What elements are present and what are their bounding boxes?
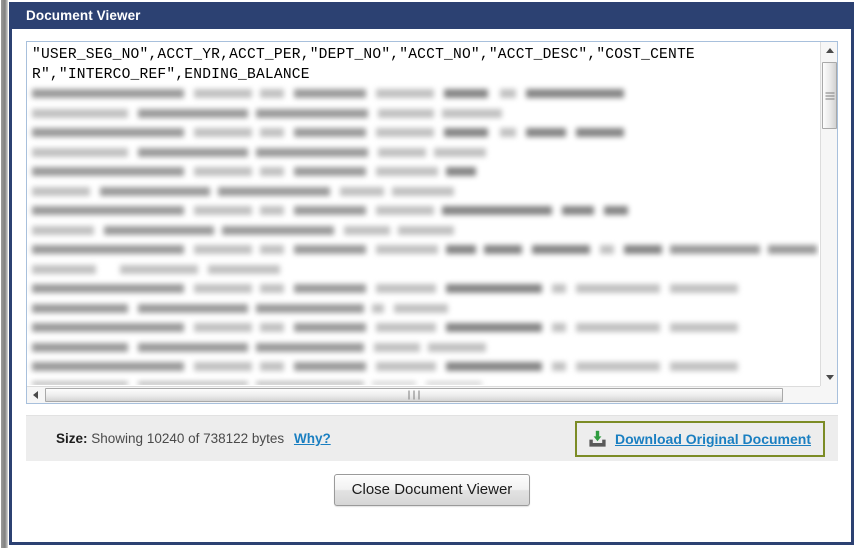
- window-body: "USER_SEG_NO",ACCT_YR,ACCT_PER,"DEPT_NO"…: [12, 29, 851, 542]
- redacted-line: [32, 108, 817, 119]
- scroll-left-arrow-icon[interactable]: [27, 387, 44, 403]
- scrollbar-corner: [820, 386, 837, 403]
- document-info-bar: Size: Showing 10240 of 738122 bytes Why?…: [26, 415, 838, 461]
- page-left-gutter: [0, 0, 9, 548]
- size-info: Size: Showing 10240 of 738122 bytes Why?: [56, 431, 331, 446]
- redacted-line: [32, 342, 817, 353]
- scroll-up-arrow-icon[interactable]: [821, 42, 838, 59]
- size-value: Showing 10240 of 738122 bytes: [91, 431, 285, 446]
- redacted-line: [32, 284, 817, 294]
- redacted-line: [32, 89, 817, 99]
- redacted-line: [32, 323, 817, 333]
- csv-header-line-1: "USER_SEG_NO",ACCT_YR,ACCT_PER,"DEPT_NO"…: [32, 47, 695, 63]
- redacted-line: [32, 245, 817, 255]
- document-text-inner: "USER_SEG_NO",ACCT_YR,ACCT_PER,"DEPT_NO"…: [27, 42, 819, 385]
- redacted-line: [32, 225, 817, 236]
- redacted-line: [32, 264, 817, 275]
- download-original-document-button[interactable]: Download Original Document: [574, 421, 825, 457]
- redacted-document-body: [32, 89, 817, 385]
- why-link[interactable]: Why?: [294, 431, 331, 446]
- csv-header-line-2: R","INTERCO_REF",ENDING_BALANCE: [32, 66, 310, 83]
- vertical-scrollbar-thumb[interactable]: [822, 62, 837, 129]
- page-root: Document Viewer "USER_SEG_NO",ACCT_YR,AC…: [0, 0, 860, 548]
- scrollbar-grip-icon: [407, 390, 422, 400]
- redacted-line: [32, 147, 817, 158]
- window-titlebar: Document Viewer: [12, 2, 851, 29]
- redacted-line: [32, 381, 817, 385]
- size-label: Size:: [56, 431, 88, 446]
- redacted-line: [32, 167, 817, 177]
- scrollbar-grip-icon: [825, 90, 834, 101]
- window-title: Document Viewer: [26, 8, 141, 23]
- redacted-line: [32, 186, 817, 197]
- document-text-area[interactable]: "USER_SEG_NO",ACCT_YR,ACCT_PER,"DEPT_NO"…: [26, 41, 838, 404]
- close-document-viewer-button[interactable]: Close Document Viewer: [333, 474, 531, 506]
- scroll-down-arrow-icon[interactable]: [821, 369, 838, 386]
- horizontal-scrollbar[interactable]: [27, 386, 831, 403]
- redacted-line: [32, 206, 817, 216]
- vertical-scrollbar[interactable]: [820, 42, 837, 386]
- horizontal-scrollbar-thumb[interactable]: [45, 388, 783, 402]
- download-tray-icon: [588, 430, 607, 448]
- redacted-line: [32, 303, 817, 314]
- redacted-line: [32, 362, 817, 372]
- download-original-document-label[interactable]: Download Original Document: [615, 431, 811, 447]
- document-header-text: "USER_SEG_NO",ACCT_YR,ACCT_PER,"DEPT_NO"…: [27, 42, 819, 85]
- window-footer: Close Document Viewer: [26, 461, 838, 519]
- redacted-line: [32, 128, 817, 138]
- document-viewer-window: Document Viewer "USER_SEG_NO",ACCT_YR,AC…: [9, 2, 854, 545]
